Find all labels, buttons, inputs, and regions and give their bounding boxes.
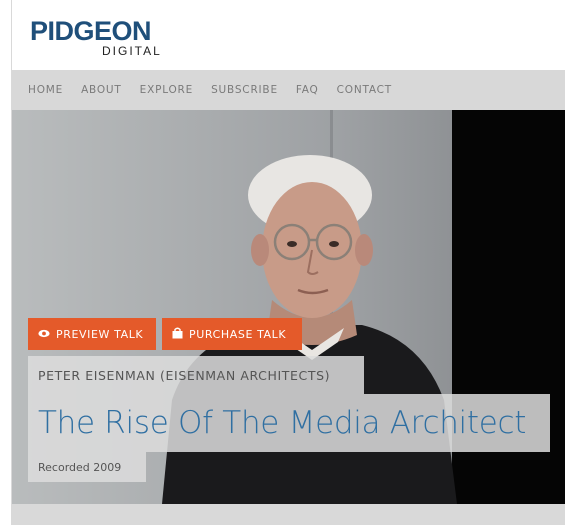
speaker-name: PETER EISENMAN (EISENMAN ARCHITECTS) (28, 356, 364, 394)
nav-item-home[interactable]: HOME (28, 84, 63, 96)
purchase-talk-label: PURCHASE TALK (189, 327, 287, 341)
recorded-date: Recorded 2009 (28, 452, 146, 482)
logo-subtitle: DIGITAL (102, 44, 162, 58)
page-frame: PIDGEON DIGITAL HOME ABOUT EXPLORE SUBSC… (11, 0, 565, 525)
logo-wordmark: PIDGEON (30, 16, 152, 46)
site-header: PIDGEON DIGITAL (12, 0, 565, 70)
nav-item-faq[interactable]: FAQ (296, 84, 319, 96)
section-divider (12, 504, 565, 525)
nav-item-subscribe[interactable]: SUBSCRIBE (211, 84, 278, 96)
nav-item-about[interactable]: ABOUT (81, 84, 122, 96)
purchase-talk-button[interactable]: PURCHASE TALK (162, 318, 302, 350)
eye-icon (38, 328, 50, 341)
nav-item-explore[interactable]: EXPLORE (140, 84, 193, 96)
main-nav: HOME ABOUT EXPLORE SUBSCRIBE FAQ CONTACT (12, 70, 565, 110)
shopping-bag-icon (172, 327, 183, 342)
nav-item-contact[interactable]: CONTACT (337, 84, 392, 96)
preview-talk-button[interactable]: PREVIEW TALK (28, 318, 156, 350)
talk-title: The Rise Of The Media Architect (28, 394, 550, 452)
hero-banner: PREVIEW TALK PURCHASE TALK PETER EISENMA… (12, 110, 565, 504)
preview-talk-label: PREVIEW TALK (56, 327, 144, 341)
pidgeon-digital-logo[interactable]: PIDGEON DIGITAL (30, 16, 200, 62)
